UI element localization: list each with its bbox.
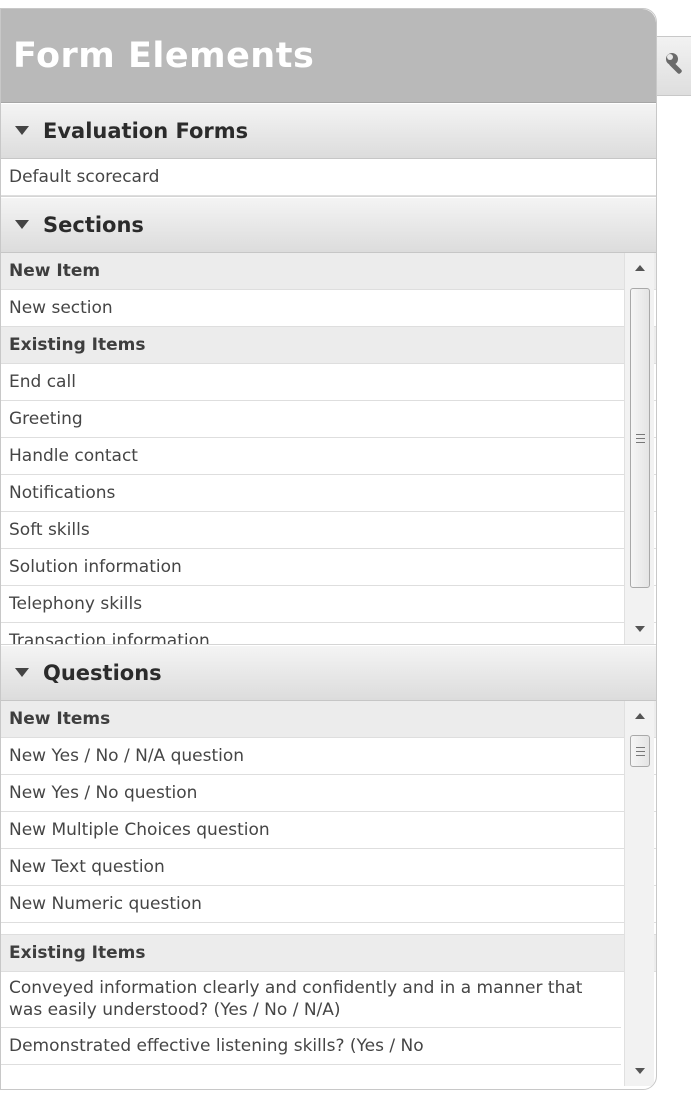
- list-group-header: Existing Items: [1, 935, 656, 972]
- evaluation-form-item[interactable]: Default scorecard: [1, 159, 656, 196]
- scroll-up-arrow-icon[interactable]: [625, 255, 655, 281]
- scroll-down-arrow-icon[interactable]: [625, 616, 655, 642]
- questions-list: New Items New Yes / No / N/A question Ne…: [1, 701, 656, 1086]
- panel-title: Form Elements: [13, 35, 315, 76]
- evaluation-forms-list: Default scorecard: [1, 159, 656, 197]
- sections-list: New Item New section Existing Items End …: [1, 253, 656, 645]
- list-group-header: New Item: [1, 253, 656, 290]
- list-group-header: Existing Items: [1, 327, 656, 364]
- list-item[interactable]: Telephony skills: [1, 586, 656, 623]
- sections-scroll-thumb[interactable]: [630, 288, 650, 588]
- sections-label: Sections: [43, 213, 144, 237]
- panel-header: Form Elements: [1, 9, 656, 103]
- list-item[interactable]: New Numeric question: [1, 886, 656, 923]
- list-item[interactable]: Transaction information: [1, 623, 656, 644]
- questions-label: Questions: [43, 661, 162, 685]
- scroll-down-arrow-icon[interactable]: [625, 1058, 655, 1084]
- sections-header[interactable]: Sections: [1, 197, 656, 253]
- form-elements-panel: Form Elements Evaluation Forms Default s…: [0, 8, 657, 1090]
- list-item[interactable]: New Yes / No / N/A question: [1, 738, 656, 775]
- list-item[interactable]: New Yes / No question: [1, 775, 656, 812]
- collapse-triangle-icon: [15, 220, 29, 230]
- list-item[interactable]: New Text question: [1, 849, 656, 886]
- wrench-icon: [664, 51, 690, 81]
- list-item[interactable]: New section: [1, 290, 656, 327]
- list-item[interactable]: Soft skills: [1, 512, 656, 549]
- list-item[interactable]: Solution information: [1, 549, 656, 586]
- list-group-header: New Items: [1, 701, 656, 738]
- list-item[interactable]: Greeting: [1, 401, 656, 438]
- sections-scrollbar[interactable]: [624, 253, 654, 644]
- collapse-triangle-icon: [15, 668, 29, 678]
- evaluation-forms-header[interactable]: Evaluation Forms: [1, 103, 656, 159]
- settings-side-tab[interactable]: [657, 36, 691, 96]
- list-item[interactable]: Demonstrated effective listening skills?…: [1, 1028, 621, 1065]
- list-spacer: [1, 923, 656, 935]
- list-item[interactable]: Notifications: [1, 475, 656, 512]
- grip-icon: [635, 746, 645, 756]
- questions-scroll-thumb[interactable]: [630, 735, 650, 767]
- list-item[interactable]: Handle contact: [1, 438, 656, 475]
- questions-scrollbar[interactable]: [624, 701, 654, 1086]
- evaluation-forms-label: Evaluation Forms: [43, 119, 249, 143]
- list-item[interactable]: New Multiple Choices question: [1, 812, 656, 849]
- list-item[interactable]: Conveyed information clearly and confide…: [1, 972, 621, 1028]
- questions-header[interactable]: Questions: [1, 645, 656, 701]
- grip-icon: [635, 433, 645, 443]
- list-item[interactable]: End call: [1, 364, 656, 401]
- collapse-triangle-icon: [15, 126, 29, 136]
- scroll-up-arrow-icon[interactable]: [625, 703, 655, 729]
